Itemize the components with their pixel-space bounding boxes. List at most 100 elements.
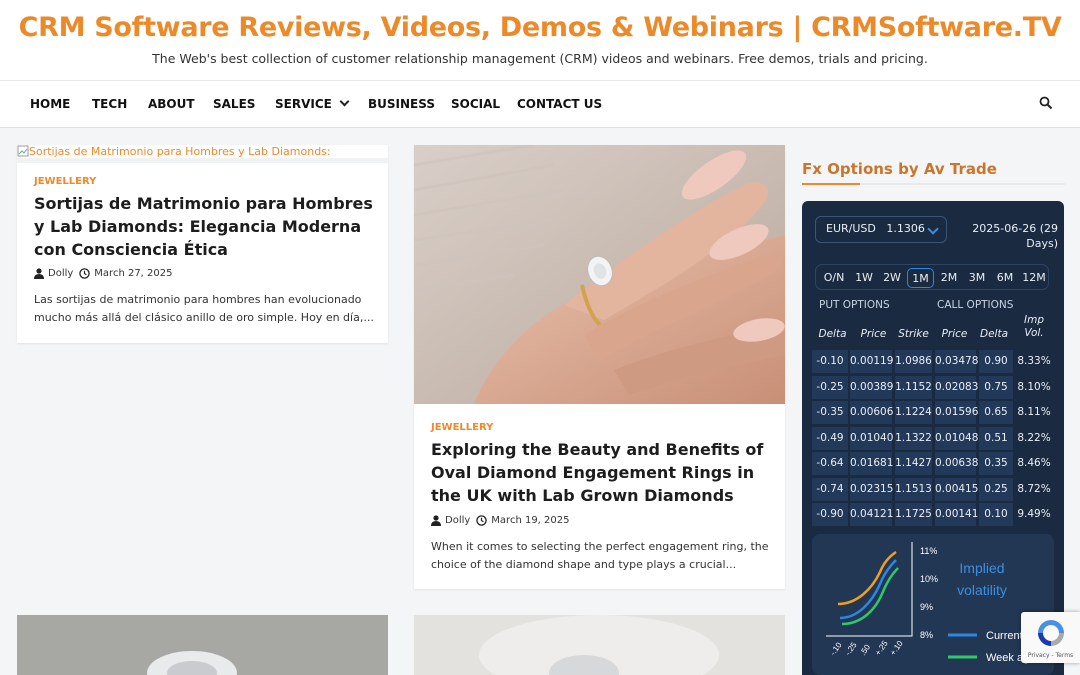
cell-put-price[interactable]: 0.01681 (850, 452, 893, 475)
x-tick-label: +.25 (873, 639, 890, 658)
nav-sales[interactable]: SALES (213, 97, 255, 111)
cell-call-price[interactable]: 0.01048 (935, 426, 978, 450)
post-image-ring[interactable] (414, 145, 785, 404)
post-category[interactable]: JEWELLERY (34, 176, 96, 187)
cell-call-delta: 0.65 (979, 401, 1013, 424)
post-date[interactable]: March 27, 2025 (94, 268, 172, 279)
post-date[interactable]: March 19, 2025 (491, 515, 569, 526)
post-author[interactable]: Dolly (48, 268, 73, 279)
post-title[interactable]: Sortijas de Matrimonio para Hombres y La… (34, 192, 379, 261)
recaptcha-icon (1038, 620, 1064, 646)
cell-imp-vol: 9.49% (1017, 508, 1051, 520)
post-excerpt: When it comes to selecting the perfect e… (431, 540, 769, 571)
tenor-selector: O/N 1W 2W 1M 2M 3M 6M 12M (815, 264, 1049, 290)
post-author[interactable]: Dolly (445, 515, 470, 526)
implied-vol-plot: Implied volatility 11% 10% 9% 8% -.10 -.25.50… (826, 542, 1035, 664)
nav-service[interactable]: SERVICE (275, 96, 350, 111)
tenor-1m[interactable]: 1M (907, 268, 934, 288)
cell-strike: 1.1725 (895, 503, 932, 526)
cell-imp-vol: 8.46% (1017, 457, 1051, 469)
cell-call-delta: 0.75 (979, 375, 1013, 399)
currency-pair-select[interactable]: EUR/USD 1.1306 (815, 216, 947, 243)
nav-about[interactable]: ABOUT (148, 97, 195, 111)
cell-strike: 1.1513 (895, 477, 932, 501)
expiry-date: 2025-06-26 (29 Days) (972, 222, 1058, 250)
recaptcha-links[interactable]: Privacy - Terms (1021, 652, 1080, 659)
cell-put-price[interactable]: 0.04121 (850, 503, 893, 526)
tenor-12m[interactable]: 12M (1020, 268, 1048, 288)
cell-call-delta: 0.90 (979, 350, 1013, 373)
cell-put-delta: -0.49 (812, 426, 848, 450)
pair-label: EUR/USD (826, 222, 876, 235)
tenor-2w[interactable]: 2W (879, 268, 905, 288)
legend-label: Current (986, 630, 1023, 642)
y-tick-label: 8% (920, 630, 933, 640)
recaptcha-badge[interactable]: Privacy - Terms (1021, 612, 1080, 663)
cell-put-delta: -0.35 (812, 401, 848, 424)
post-excerpt: Las sortijas de matrimonio para hombres … (34, 293, 374, 324)
tenor-2m[interactable]: 2M (936, 268, 962, 288)
cell-call-price[interactable]: 0.00141 (935, 503, 978, 526)
cell-strike: 1.1224 (895, 401, 932, 424)
cell-put-price[interactable]: 0.02315 (850, 477, 893, 501)
chevron-down-icon (927, 223, 939, 235)
col-strike: Strike (898, 328, 929, 340)
cell-strike: 1.1322 (895, 426, 932, 450)
put-options-label: PUT OPTIONS (819, 299, 890, 311)
nav-social[interactable]: SOCIAL (451, 97, 500, 111)
cell-imp-vol: 8.11% (1017, 406, 1051, 418)
col-delta-put: Delta (818, 328, 847, 340)
cell-strike: 1.1427 (895, 452, 932, 475)
post-title[interactable]: Exploring the Beauty and Benefits of Ova… (431, 438, 776, 507)
cell-imp-vol: 8.33% (1017, 355, 1051, 367)
tenor-on[interactable]: O/N (820, 268, 848, 288)
fx-options-widget: EUR/USD 1.1306 2025-06-26 (29 Days) O/N … (802, 201, 1064, 675)
cell-call-delta: 0.10 (979, 503, 1013, 526)
cell-call-price[interactable]: 0.00415 (935, 477, 978, 501)
col-imp-vol: Imp Vol. (1024, 314, 1044, 339)
widget-title: Fx Options by Av Trade (802, 160, 997, 178)
post-image-bottom-left[interactable] (17, 615, 388, 675)
cell-put-delta: -0.90 (812, 503, 848, 526)
cell-strike: 1.0986 (895, 350, 932, 373)
tenor-1w[interactable]: 1W (851, 268, 877, 288)
cell-put-delta: -0.74 (812, 477, 848, 501)
site-title[interactable]: CRM Software Reviews, Videos, Demos & We… (0, 12, 1080, 43)
nav-business[interactable]: BUSINESS (368, 97, 435, 111)
post-category[interactable]: JEWELLERY (431, 422, 493, 433)
nav-service-label: SERVICE (275, 97, 332, 111)
cell-put-price[interactable]: 0.01040 (850, 426, 893, 450)
implied-vol-chart: Implied volatility 11% 10% 9% 8% -.10 -.25.50… (812, 534, 1054, 675)
cell-call-price[interactable]: 0.02083 (935, 375, 978, 399)
image-strip (17, 158, 388, 163)
nav-tech[interactable]: TECH (92, 97, 127, 111)
post-meta: Dolly March 27, 2025 (34, 268, 173, 279)
chart-title-line1: Implied (959, 560, 1004, 576)
site-header: CRM Software Reviews, Videos, Demos & We… (0, 0, 1080, 80)
chart-title-line2: volatility (957, 582, 1007, 598)
cell-put-delta: -0.64 (812, 452, 848, 475)
cell-put-price[interactable]: 0.00119 (850, 350, 893, 373)
post-meta: Dolly March 19, 2025 (431, 515, 570, 526)
tenor-3m[interactable]: 3M (964, 268, 990, 288)
widget-divider-accent (802, 183, 860, 185)
cell-call-price[interactable]: 0.01596 (935, 401, 978, 424)
chevron-down-icon (339, 96, 350, 107)
tenor-6m[interactable]: 6M (992, 268, 1018, 288)
post-image-bottom-right[interactable] (414, 615, 785, 675)
user-icon (34, 268, 44, 279)
y-tick-label: 10% (920, 574, 938, 584)
cell-put-price[interactable]: 0.00606 (850, 401, 893, 424)
cell-call-delta: 0.25 (979, 477, 1013, 501)
nav-home[interactable]: HOME (30, 97, 70, 111)
broken-image-icon (17, 145, 29, 157)
col-price-put: Price (860, 328, 887, 340)
nav-contact[interactable]: CONTACT US (517, 97, 602, 111)
cell-call-price[interactable]: 0.03478 (935, 350, 978, 373)
cell-call-delta: 0.35 (979, 452, 1013, 475)
post-image-broken[interactable]: Sortijas de Matrimonio para Hombres y La… (17, 145, 388, 159)
cell-strike: 1.1152 (895, 375, 932, 399)
cell-call-price[interactable]: 0.00638 (935, 452, 978, 475)
search-icon[interactable] (1039, 96, 1053, 110)
cell-put-price[interactable]: 0.00389 (850, 375, 893, 399)
